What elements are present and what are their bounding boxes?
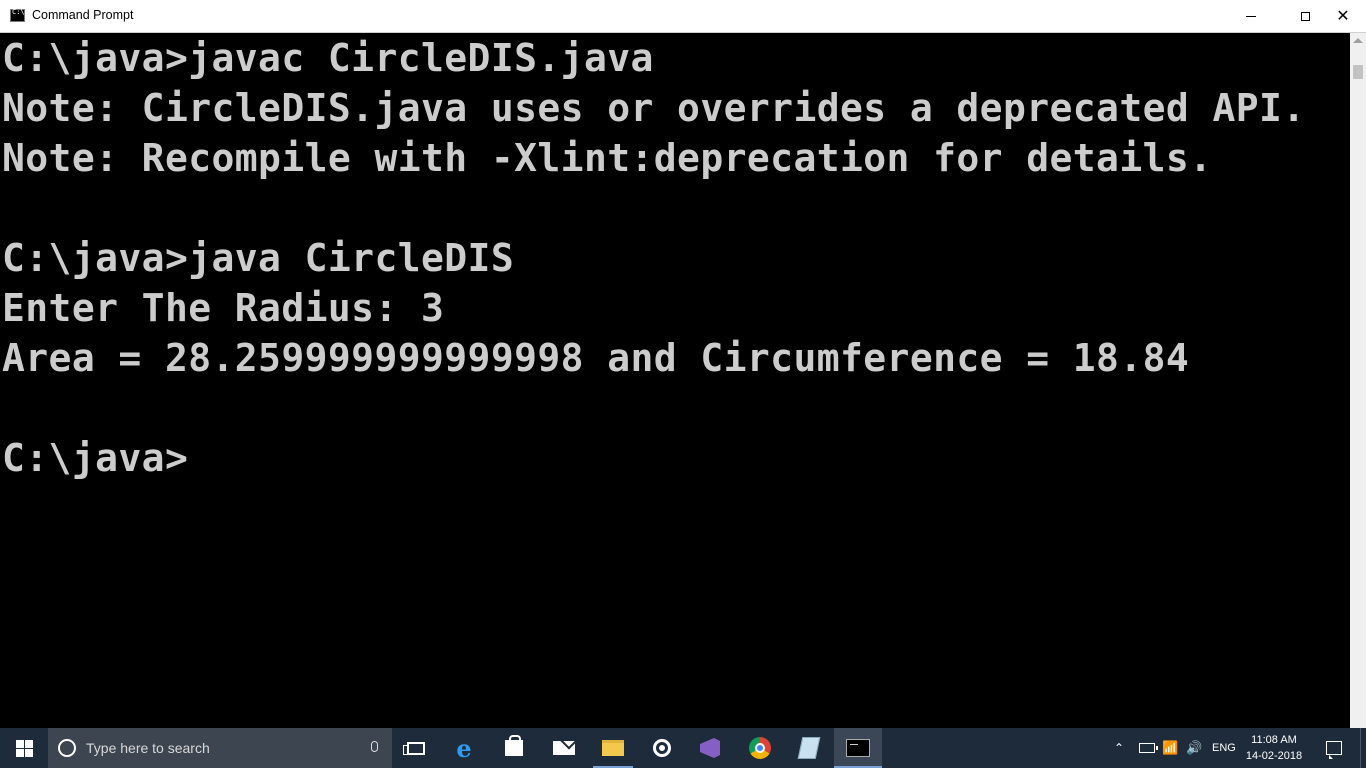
edge-button[interactable]: e xyxy=(440,728,488,768)
show-hidden-icons-button[interactable]: ⌃ xyxy=(1114,728,1124,768)
close-icon: ✕ xyxy=(1336,6,1350,25)
search-placeholder: Type here to search xyxy=(86,740,210,756)
clock-date: 14-02-2018 xyxy=(1245,750,1303,762)
console-area[interactable]: C:\java>javac CircleDIS.java Note: Circl… xyxy=(0,33,1350,728)
clock[interactable]: 11:08 AM 14-02-2018 xyxy=(1244,732,1304,764)
console-line: C:\java>java CircleDIS xyxy=(2,236,515,280)
search-icon xyxy=(58,739,76,757)
command-prompt-taskbar-button[interactable] xyxy=(834,728,882,768)
visual-studio-icon xyxy=(700,738,720,758)
show-desktop-button[interactable] xyxy=(1360,728,1366,768)
store-button[interactable] xyxy=(490,728,538,768)
battery-icon xyxy=(1139,743,1158,753)
search-box[interactable]: Type here to search xyxy=(48,728,392,768)
store-icon xyxy=(505,735,523,756)
console-line: Note: CircleDIS.java uses or overrides a… xyxy=(2,86,1306,130)
scroll-up-icon[interactable] xyxy=(1353,38,1363,43)
task-view-button[interactable] xyxy=(392,728,440,768)
command-prompt-icon xyxy=(846,739,870,757)
mail-icon xyxy=(553,741,575,755)
microphone-icon[interactable] xyxy=(371,741,378,752)
console-line: Note: Recompile with -Xlint:deprecation … xyxy=(2,136,1213,180)
console-line: C:\java>javac CircleDIS.java xyxy=(2,36,654,80)
start-button[interactable] xyxy=(0,728,48,768)
language-indicator[interactable]: ENG xyxy=(1212,728,1236,768)
visual-studio-button[interactable] xyxy=(686,728,734,768)
mail-button[interactable] xyxy=(540,728,588,768)
notes-button[interactable] xyxy=(785,728,833,768)
notification-icon xyxy=(1326,741,1342,759)
minimize-button[interactable] xyxy=(1228,0,1274,32)
chrome-icon xyxy=(749,737,771,759)
network-button[interactable]: 📶 xyxy=(1162,728,1178,768)
action-center-button[interactable] xyxy=(1326,728,1342,768)
clock-time: 11:08 AM xyxy=(1251,734,1297,746)
windows-icon xyxy=(15,739,33,757)
command-prompt-icon[interactable] xyxy=(10,8,25,22)
vertical-scrollbar[interactable] xyxy=(1350,33,1366,728)
scrollbar-thumb[interactable] xyxy=(1353,65,1363,79)
taskbar: Type here to search e ⌃ 📶 🔊 ENG 11:08 AM… xyxy=(0,728,1366,768)
window-title: Command Prompt xyxy=(32,8,134,22)
groove-icon xyxy=(653,739,671,757)
console-line: Area = 28.259999999999998 and Circumfere… xyxy=(2,336,1190,380)
groove-button[interactable] xyxy=(638,728,686,768)
console-line: Enter The Radius: 3 xyxy=(2,286,445,330)
network-icon: 📶 xyxy=(1162,740,1179,756)
maximize-icon xyxy=(1300,11,1310,21)
task-view-icon xyxy=(403,741,425,755)
notes-icon xyxy=(797,737,821,759)
volume-icon: 🔊 xyxy=(1186,740,1203,756)
edge-icon: e xyxy=(456,733,472,763)
battery-button[interactable] xyxy=(1139,728,1158,768)
file-explorer-icon xyxy=(602,740,624,756)
title-bar: Command Prompt ✕ xyxy=(0,0,1366,33)
chrome-button[interactable] xyxy=(736,728,784,768)
file-explorer-button[interactable] xyxy=(589,728,637,768)
minimize-icon xyxy=(1246,15,1256,17)
console-prompt: C:\java> xyxy=(2,436,189,480)
volume-button[interactable]: 🔊 xyxy=(1186,728,1202,768)
chevron-up-icon: ⌃ xyxy=(1114,741,1125,755)
close-button[interactable]: ✕ xyxy=(1320,0,1366,32)
